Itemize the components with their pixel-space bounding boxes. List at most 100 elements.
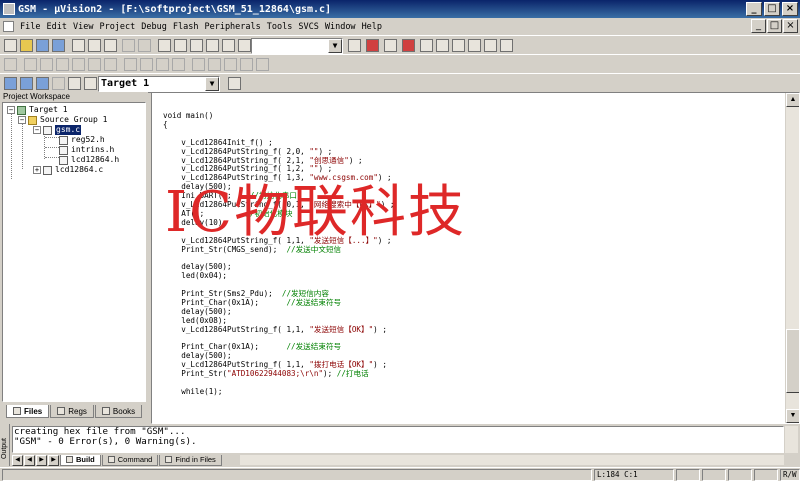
- watch-icon[interactable]: [208, 58, 221, 71]
- disassembly-icon[interactable]: [192, 58, 205, 71]
- scroll-up-icon[interactable]: ▲: [786, 93, 799, 107]
- tree-node-lcd12864-h[interactable]: lcd12864.h: [59, 155, 119, 165]
- last-tab-icon[interactable]: ▶: [48, 454, 59, 466]
- next-bookmark-icon[interactable]: [190, 39, 203, 52]
- find-icon[interactable]: [348, 39, 361, 52]
- menu-tools[interactable]: Tools: [264, 22, 296, 32]
- tab-command[interactable]: Command: [101, 454, 159, 466]
- collapse-icon[interactable]: −: [7, 106, 15, 114]
- serial-icon[interactable]: [240, 58, 253, 71]
- mdi-close-button[interactable]: ×: [783, 19, 798, 33]
- tree-node-gsm-c[interactable]: − gsm.c: [33, 125, 82, 135]
- chevron-down-icon[interactable]: ▼: [205, 77, 219, 91]
- find-combo[interactable]: ▼: [251, 38, 343, 54]
- menu-svcs[interactable]: SVCS: [295, 22, 321, 32]
- copy-icon[interactable]: [88, 39, 101, 52]
- enable-breakpoint-icon[interactable]: [140, 58, 153, 71]
- indent-icon[interactable]: [222, 39, 235, 52]
- expand-icon[interactable]: +: [33, 166, 41, 174]
- target-select[interactable]: Target 1 ▼: [98, 76, 220, 92]
- chevron-down-icon[interactable]: ▼: [328, 39, 342, 53]
- tools-icon[interactable]: [468, 39, 481, 52]
- components-icon[interactable]: [228, 77, 241, 90]
- menu-edit[interactable]: Edit: [43, 22, 69, 32]
- run-to-cursor-icon[interactable]: [104, 58, 117, 71]
- tab-regs[interactable]: Regs: [50, 405, 94, 418]
- help-icon[interactable]: [484, 39, 497, 52]
- cut-icon[interactable]: [72, 39, 85, 52]
- close-button[interactable]: ×: [782, 2, 798, 16]
- bookmark-icon[interactable]: [158, 39, 171, 52]
- run-icon[interactable]: [24, 58, 37, 71]
- rebuild-icon[interactable]: [36, 77, 49, 90]
- translate-icon[interactable]: [4, 77, 17, 90]
- menu-file[interactable]: File: [17, 22, 43, 32]
- step-out-icon[interactable]: [88, 58, 101, 71]
- stop-icon[interactable]: [40, 58, 53, 71]
- step-over-icon[interactable]: [72, 58, 85, 71]
- stop-build-icon[interactable]: [52, 77, 65, 90]
- open-file-icon[interactable]: [20, 39, 33, 52]
- mdi-restore-button[interactable]: □: [767, 19, 782, 33]
- undo-icon[interactable]: [122, 39, 135, 52]
- tab-build[interactable]: Build: [60, 454, 101, 466]
- editor-scrollbar[interactable]: ▲ ▼: [785, 93, 799, 423]
- scroll-thumb[interactable]: [786, 329, 799, 393]
- tree-node-reg52-h[interactable]: reg52.h: [59, 135, 105, 145]
- menu-project[interactable]: Project: [96, 22, 138, 32]
- menu-flash[interactable]: Flash: [170, 22, 202, 32]
- memory-icon[interactable]: [224, 58, 237, 71]
- collapse-icon[interactable]: −: [33, 126, 41, 134]
- build-icon[interactable]: [20, 77, 33, 90]
- collapse-icon[interactable]: −: [18, 116, 26, 124]
- output-hscrollbar[interactable]: [240, 455, 784, 465]
- workspace-icon[interactable]: [436, 39, 449, 52]
- scroll-down-icon[interactable]: ▼: [786, 409, 799, 423]
- tab-find-in-files[interactable]: Find in Files: [159, 454, 222, 466]
- build-output[interactable]: creating hex file from "GSM"... "GSM" - …: [12, 426, 784, 453]
- clear-bookmarks-icon[interactable]: [206, 39, 219, 52]
- tree-node-lcd12864-c[interactable]: + lcd12864.c: [33, 165, 103, 175]
- save-all-icon[interactable]: [52, 39, 65, 52]
- disable-breakpoints-icon[interactable]: [156, 58, 169, 71]
- reset-icon[interactable]: [4, 58, 17, 71]
- print-icon[interactable]: [384, 39, 397, 52]
- tree-node-target[interactable]: − Target 1: [7, 105, 68, 115]
- menu-debug[interactable]: Debug: [138, 22, 170, 32]
- maximize-button[interactable]: □: [764, 2, 780, 16]
- new-file-icon[interactable]: [4, 39, 17, 52]
- next-tab-icon[interactable]: ▶: [36, 454, 47, 466]
- download-icon[interactable]: [68, 77, 81, 90]
- options-icon[interactable]: [500, 39, 513, 52]
- prev-bookmark-icon[interactable]: [174, 39, 187, 52]
- document-icon[interactable]: [3, 21, 14, 32]
- tab-files[interactable]: Files: [6, 405, 50, 418]
- minimize-button[interactable]: _: [746, 2, 762, 16]
- redo-icon[interactable]: [138, 39, 151, 52]
- menu-help[interactable]: Help: [359, 22, 385, 32]
- step-into-icon[interactable]: [56, 58, 69, 71]
- mdi-minimize-button[interactable]: _: [751, 19, 766, 33]
- first-tab-icon[interactable]: ◀: [12, 454, 23, 466]
- menu-peripherals[interactable]: Peripherals: [201, 22, 263, 32]
- save-icon[interactable]: [36, 39, 49, 52]
- tree-node-intrins-h[interactable]: intrins.h: [59, 145, 114, 155]
- menu-view[interactable]: View: [70, 22, 96, 32]
- find-in-files-icon[interactable]: [238, 39, 251, 52]
- prev-tab-icon[interactable]: ◀: [24, 454, 35, 466]
- debug-session-icon[interactable]: [366, 39, 379, 52]
- output-scrollbar[interactable]: [785, 426, 798, 453]
- menu-window[interactable]: Window: [322, 22, 359, 32]
- performance-icon[interactable]: [256, 58, 269, 71]
- kill-breakpoints-icon[interactable]: [172, 58, 185, 71]
- configure-icon[interactable]: [452, 39, 465, 52]
- tree-node-source-group[interactable]: − Source Group 1: [18, 115, 107, 125]
- tab-books[interactable]: Books: [94, 405, 143, 418]
- window-layout-icon[interactable]: [420, 39, 433, 52]
- target-options-icon[interactable]: [84, 77, 97, 90]
- code-editor[interactable]: void main(){ v_Lcd12864Init_f() ; v_Lcd1…: [151, 92, 800, 424]
- build-tab-icon: [66, 456, 73, 463]
- breakpoint-icon[interactable]: [124, 58, 137, 71]
- paste-icon[interactable]: [104, 39, 117, 52]
- zoom-icon[interactable]: [402, 39, 415, 52]
